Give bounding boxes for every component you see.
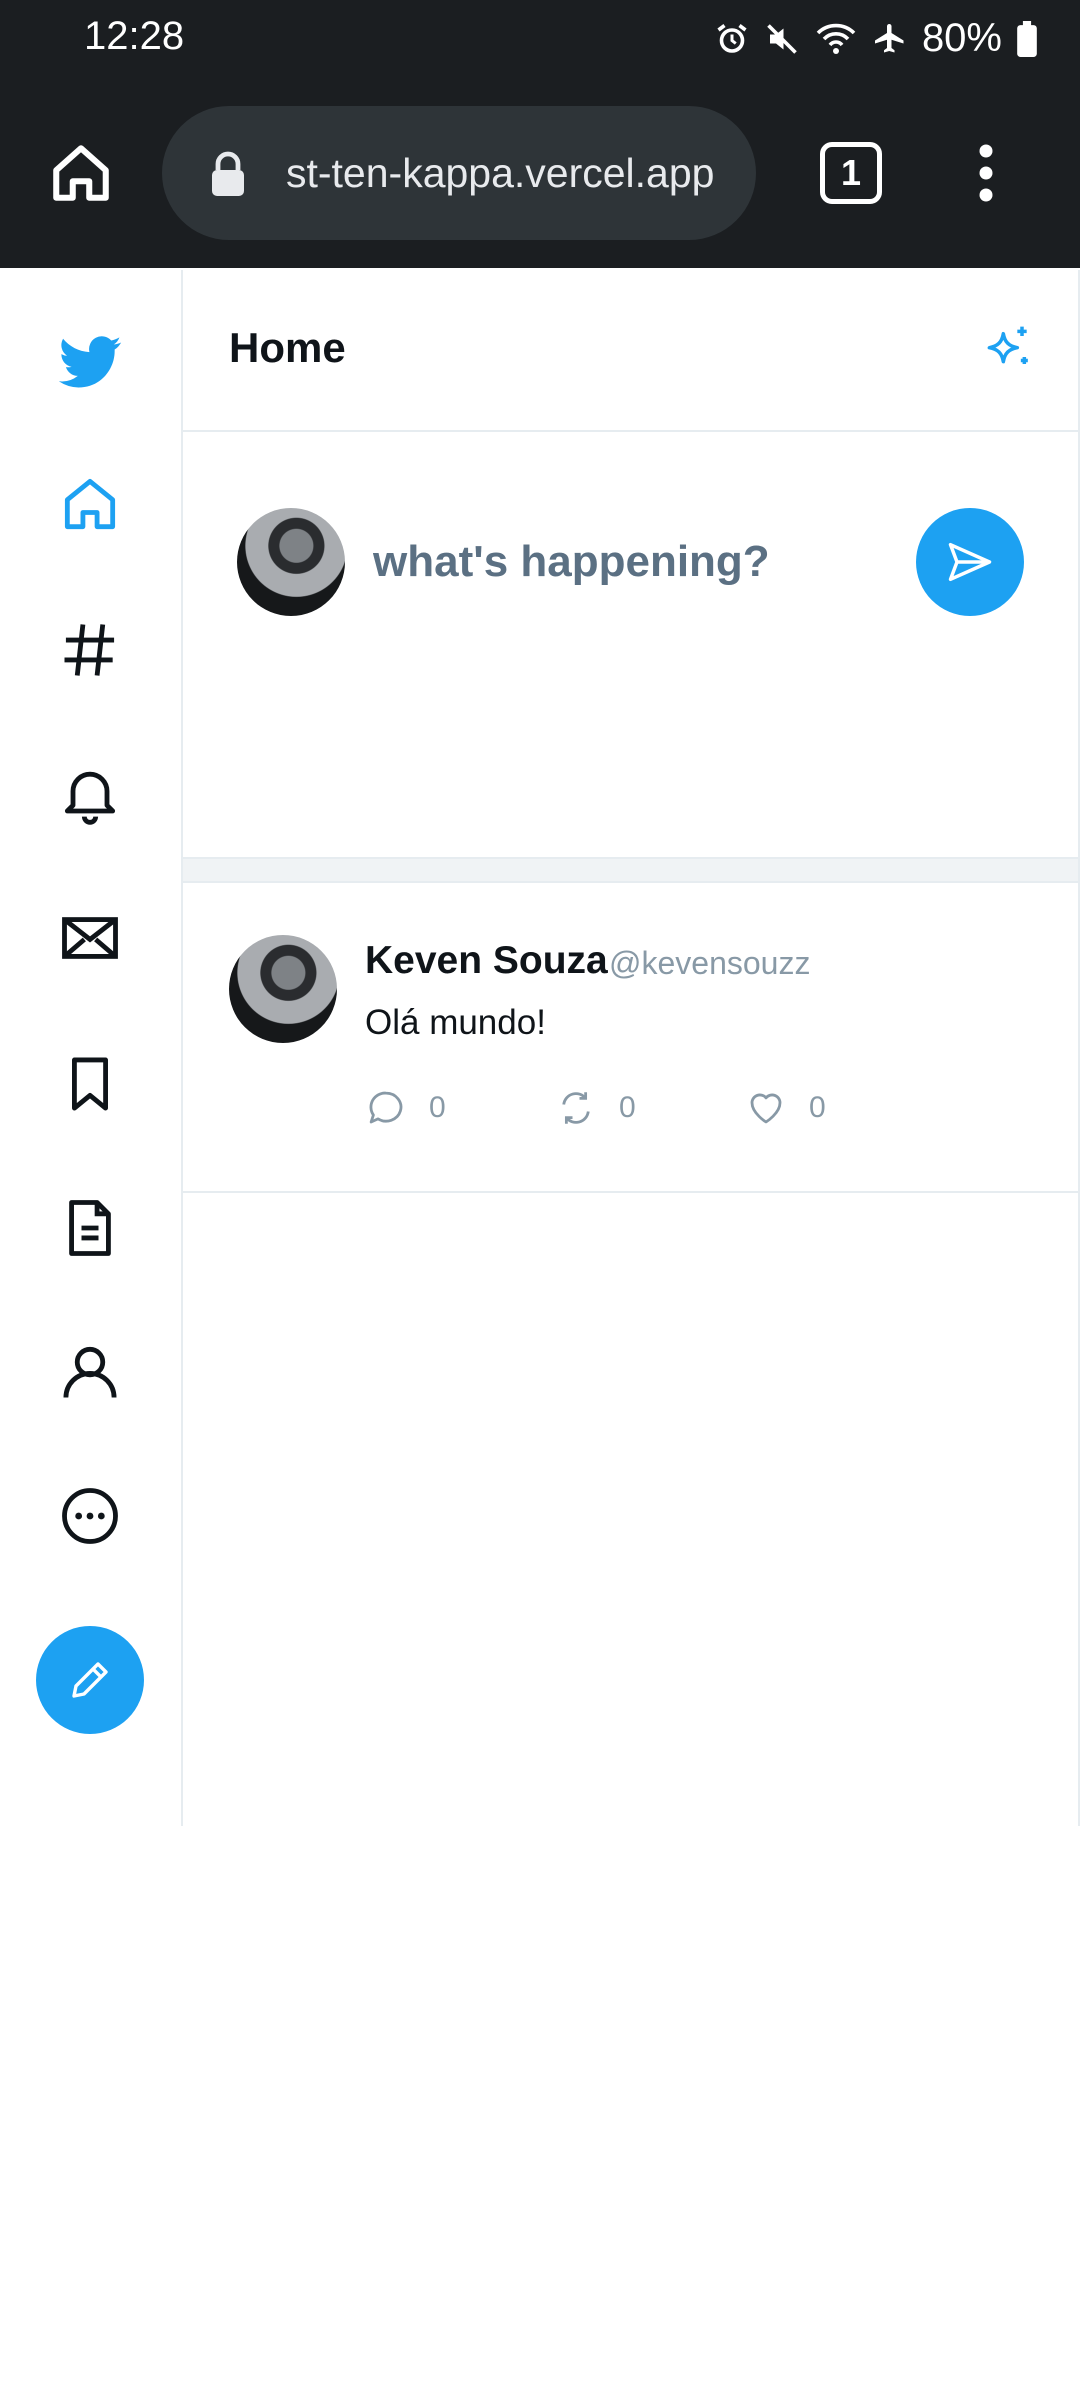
tweet-author-name[interactable]: Keven Souza [365, 939, 608, 983]
tweet-text: Olá mundo! [365, 1003, 546, 1042]
tweet-card[interactable]: Keven Souza @kevensouzz Olá mundo! 0 0 0 [183, 883, 1078, 1193]
avatar[interactable] [229, 935, 337, 1043]
heart-icon [750, 1093, 782, 1124]
more-circle-icon [62, 1488, 118, 1544]
status-icons: 80% [714, 16, 1038, 61]
sidebar [0, 270, 183, 1826]
user-icon [63, 1346, 117, 1398]
avatar[interactable] [237, 508, 345, 616]
sidebar-item-messages[interactable] [56, 904, 124, 972]
tab-switcher-button[interactable]: 1 [820, 142, 882, 204]
envelope-icon [62, 917, 118, 959]
wifi-icon [816, 23, 856, 54]
main-feed: Home Keven Souza @kevensouzz Olá mundo! … [183, 270, 1080, 1826]
retweet-count: 0 [619, 1091, 636, 1124]
section-divider [183, 857, 1078, 883]
app-root: Home Keven Souza @kevensouzz Olá mundo! … [0, 270, 1080, 1826]
sparkle-icon [987, 326, 1028, 364]
tweet-input[interactable] [373, 532, 893, 592]
retweet-button[interactable]: 0 [555, 1087, 636, 1129]
sidebar-item-home[interactable] [56, 470, 124, 538]
sidebar-item-bookmarks[interactable] [56, 1050, 124, 1118]
feed-header: Home [183, 270, 1078, 432]
status-bar: 12:28 80% [0, 0, 1080, 78]
send-icon [948, 542, 992, 582]
reply-button[interactable]: 0 [365, 1087, 446, 1129]
address-bar[interactable]: st-ten-kappa.vercel.app [162, 106, 756, 240]
sidebar-item-notifications[interactable] [56, 760, 124, 828]
airplane-icon [874, 23, 904, 52]
bookmark-icon [72, 1057, 108, 1111]
bell-icon [64, 771, 116, 825]
send-tweet-button[interactable] [916, 508, 1024, 616]
pencil-icon [72, 1662, 108, 1698]
top-tweets-button[interactable] [980, 322, 1036, 378]
home-icon [64, 478, 116, 530]
status-time: 12:28 [84, 14, 185, 58]
battery-icon [1017, 20, 1037, 57]
lock-icon [212, 151, 244, 196]
like-count: 0 [809, 1091, 826, 1124]
mute-icon [767, 23, 797, 54]
compose-tweet-button[interactable] [36, 1626, 144, 1734]
like-button[interactable]: 0 [745, 1087, 826, 1129]
browser-menu-button[interactable] [972, 142, 1000, 204]
retweet-icon [562, 1092, 590, 1124]
sidebar-item-more[interactable] [56, 1482, 124, 1550]
twitter-logo-icon[interactable] [56, 328, 124, 396]
battery-percent: 80% [921, 16, 1002, 60]
reply-count: 0 [429, 1091, 446, 1124]
tweet-author-handle[interactable]: @kevensouzz [609, 945, 810, 982]
home-outline-icon [53, 145, 109, 201]
tab-count: 1 [820, 142, 882, 204]
browser-home-button[interactable] [48, 140, 114, 206]
page-title: Home [229, 324, 346, 371]
url-text: st-ten-kappa.vercel.app [286, 150, 715, 196]
browser-toolbar: st-ten-kappa.vercel.app 1 [0, 78, 1080, 268]
document-icon [69, 1200, 111, 1256]
more-vertical-icon [979, 144, 993, 202]
sidebar-item-lists[interactable] [56, 1194, 124, 1262]
sidebar-item-explore[interactable] [56, 616, 124, 684]
hashtag-icon [64, 624, 115, 676]
sidebar-item-profile[interactable] [56, 1338, 124, 1406]
reply-icon [369, 1091, 403, 1124]
alarm-icon [717, 23, 747, 53]
